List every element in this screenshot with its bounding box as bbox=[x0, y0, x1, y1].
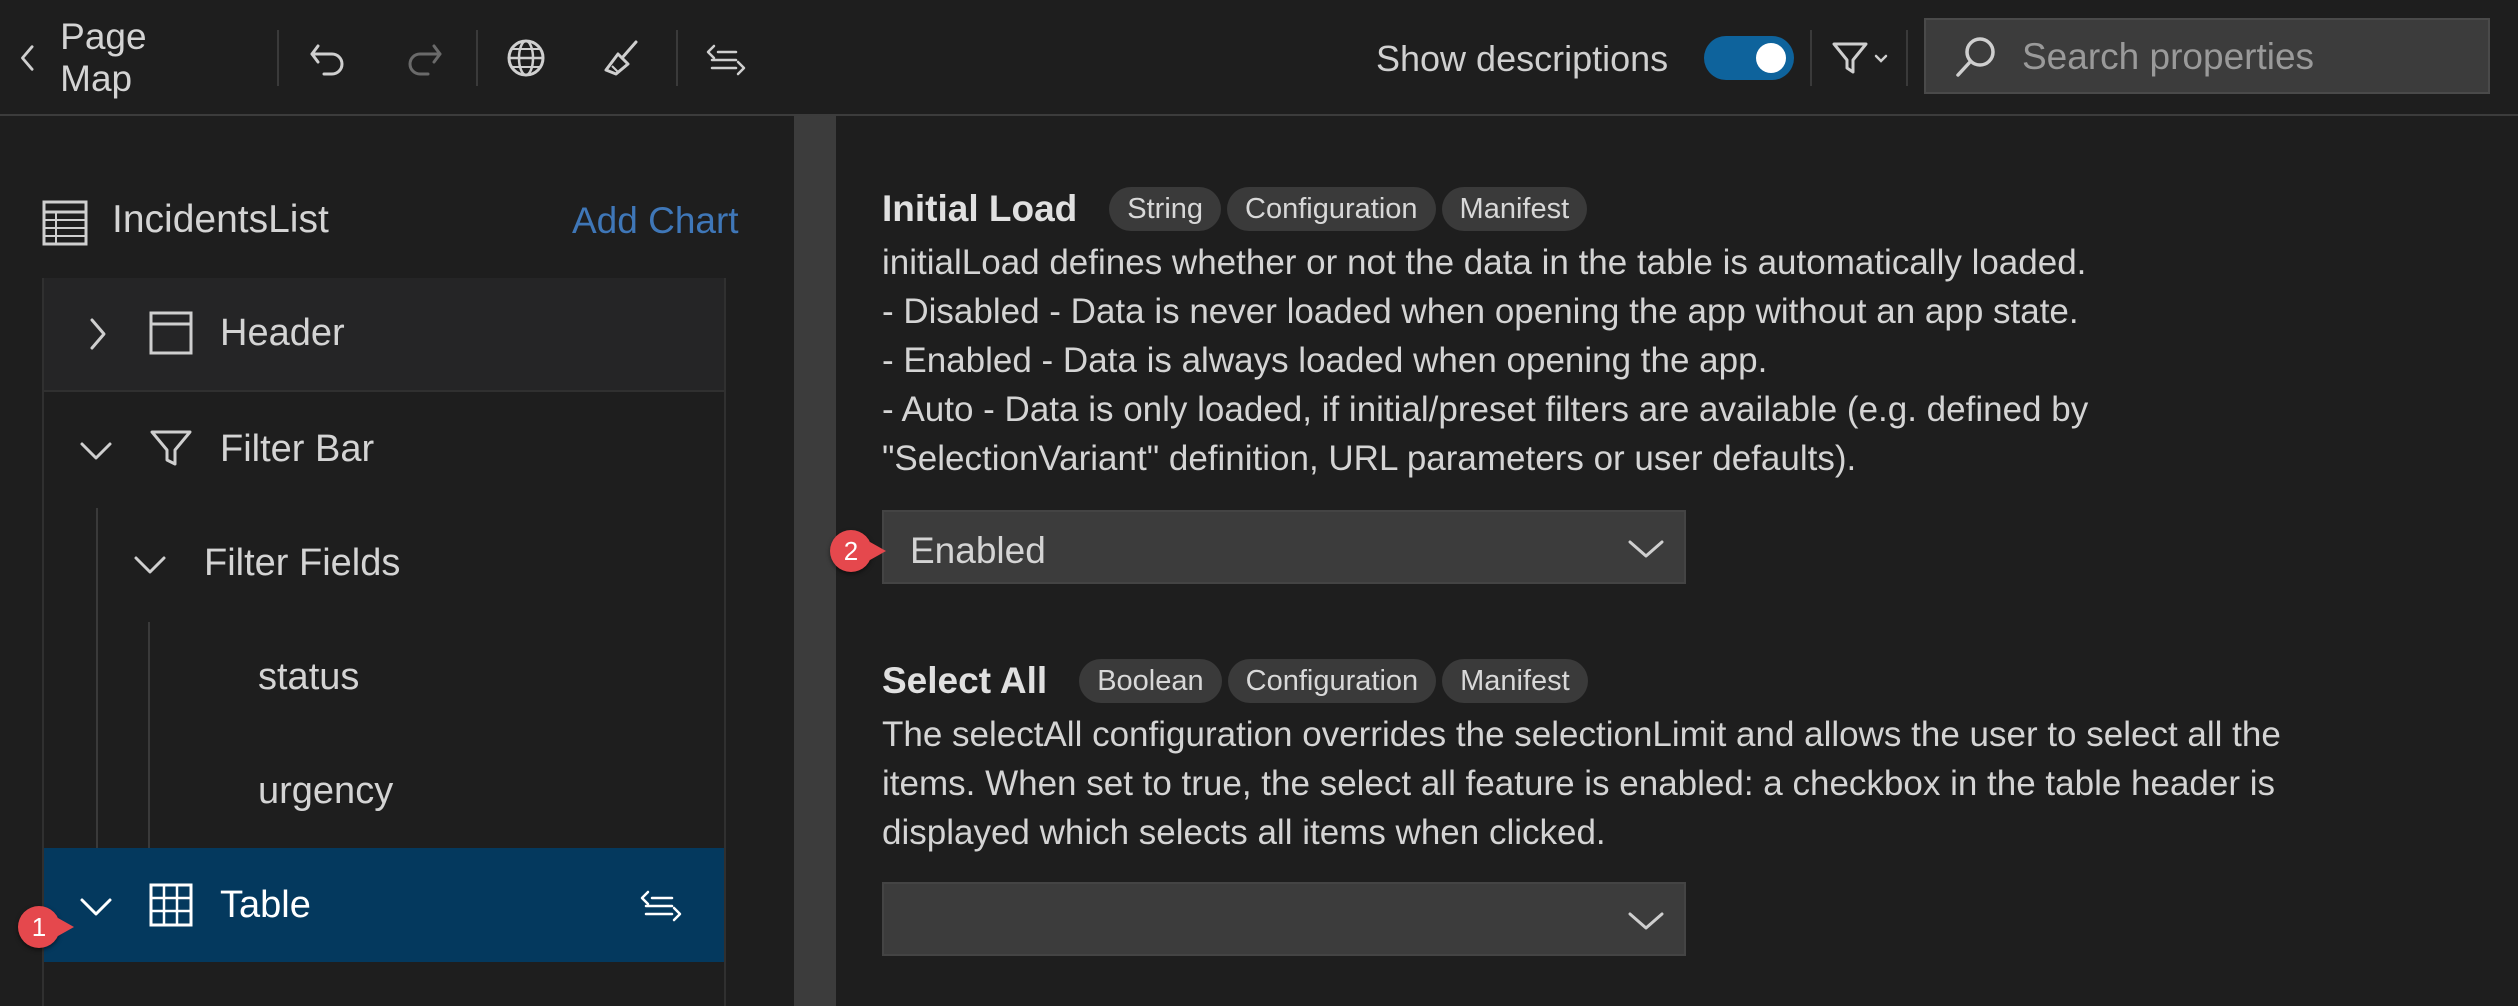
tree-node-filter-fields[interactable]: Filter Fields bbox=[44, 506, 724, 620]
chevron-down-icon bbox=[1628, 912, 1664, 930]
property-tag: Configuration bbox=[1227, 659, 1437, 703]
toolbar-divider bbox=[1810, 30, 1812, 86]
clean-button[interactable] bbox=[594, 30, 650, 86]
property-description: initialLoad defines whether or not the d… bbox=[882, 238, 2482, 483]
undo-button[interactable] bbox=[300, 30, 356, 86]
initial-load-select[interactable]: Enabled bbox=[882, 510, 1686, 584]
redo-button[interactable] bbox=[396, 30, 452, 86]
property-title: Initial Load bbox=[882, 188, 1078, 229]
navigate-to-source-button[interactable] bbox=[698, 30, 754, 86]
page-name-label: IncidentsList bbox=[112, 198, 329, 241]
chevron-left-icon bbox=[21, 45, 34, 71]
toggle-knob bbox=[1756, 43, 1786, 73]
header-layout-icon bbox=[149, 311, 193, 355]
filter-icon bbox=[150, 430, 192, 466]
tree-node-label: Table bbox=[220, 884, 311, 926]
chevron-right-icon bbox=[90, 318, 106, 350]
panel-splitter[interactable] bbox=[794, 116, 836, 1006]
property-header: Select All Boolean Configuration Manifes… bbox=[882, 656, 2482, 706]
chevron-down-icon bbox=[134, 556, 166, 574]
undo-icon bbox=[310, 44, 344, 76]
toolbar-divider bbox=[1906, 30, 1908, 86]
tree-node-urgency[interactable]: urgency bbox=[44, 734, 724, 848]
go-to-source-icon bbox=[706, 44, 746, 76]
chevron-down-icon bbox=[1874, 54, 1888, 63]
search-icon bbox=[1956, 37, 1995, 77]
property-description: The selectAll configuration overrides th… bbox=[882, 710, 2482, 857]
toolbar-divider bbox=[476, 30, 478, 86]
chevron-down-icon bbox=[1628, 540, 1664, 558]
callout-marker-1: 1 bbox=[18, 906, 74, 948]
redo-icon bbox=[408, 44, 442, 76]
description-line: - Enabled - Data is always loaded when o… bbox=[882, 341, 1768, 380]
callout-marker-2: 2 bbox=[830, 530, 886, 572]
back-button[interactable]: Page Map bbox=[16, 16, 196, 99]
broom-icon bbox=[604, 40, 638, 76]
filter-dropdown-button[interactable] bbox=[1822, 30, 1896, 86]
tree-node-header[interactable]: Header bbox=[44, 278, 724, 392]
property-tag: String bbox=[1109, 187, 1222, 231]
property-select-all: Select All Boolean Configuration Manifes… bbox=[882, 656, 2482, 857]
property-initial-load: Initial Load String Configuration Manife… bbox=[882, 184, 2482, 483]
chevron-down-icon bbox=[80, 898, 112, 916]
tree-node-table[interactable]: Table bbox=[44, 848, 724, 962]
property-tag: Manifest bbox=[1442, 659, 1588, 703]
page-map-outline-panel: IncidentsList Add Chart Header Filter Ba… bbox=[0, 116, 794, 1006]
list-report-icon bbox=[42, 200, 88, 246]
tree-node-label: Filter Bar bbox=[220, 428, 375, 470]
chevron-down-icon bbox=[80, 442, 112, 460]
tree-node-label: urgency bbox=[258, 770, 394, 812]
description-line: initialLoad defines whether or not the d… bbox=[882, 243, 2087, 282]
description-line: - Disabled - Data is never loaded when o… bbox=[882, 292, 2079, 331]
table-grid-icon bbox=[149, 883, 193, 927]
outline-tree: Header Filter Bar Filter Fields status u… bbox=[42, 278, 726, 1006]
add-chart-link[interactable]: Add Chart bbox=[572, 200, 739, 242]
property-tag: Boolean bbox=[1079, 659, 1222, 703]
property-tag: Manifest bbox=[1441, 187, 1588, 231]
property-tag: Configuration bbox=[1227, 187, 1436, 231]
tree-node-label: status bbox=[258, 656, 360, 698]
description-line: "SelectionVariant" definition, URL param… bbox=[882, 439, 1857, 478]
select-value: Enabled bbox=[910, 530, 1046, 571]
tree-node-filter-bar[interactable]: Filter Bar bbox=[44, 392, 724, 506]
go-to-source-icon[interactable] bbox=[636, 882, 688, 928]
property-header: Initial Load String Configuration Manife… bbox=[882, 184, 2482, 234]
search-input[interactable] bbox=[2020, 32, 2464, 82]
tree-node-label: Header bbox=[220, 312, 345, 354]
description-line: displayed which selects all items when c… bbox=[882, 813, 1606, 852]
toolbar-divider bbox=[277, 30, 279, 86]
properties-panel: Initial Load String Configuration Manife… bbox=[836, 116, 2518, 1006]
tree-node-status[interactable]: status bbox=[44, 620, 724, 734]
select-all-select[interactable] bbox=[882, 882, 1686, 956]
toolbar-divider bbox=[676, 30, 678, 86]
filter-icon bbox=[1832, 42, 1868, 74]
language-button[interactable] bbox=[498, 30, 554, 86]
search-properties-field[interactable] bbox=[1924, 18, 2490, 94]
description-line: - Auto - Data is only loaded, if initial… bbox=[882, 390, 2089, 429]
tree-node-label: Filter Fields bbox=[204, 542, 401, 584]
description-line: items. When set to true, the select all … bbox=[882, 764, 2276, 803]
description-line: The selectAll configuration overrides th… bbox=[882, 715, 2281, 754]
property-title: Select All bbox=[882, 660, 1048, 701]
show-descriptions-toggle[interactable] bbox=[1704, 36, 1794, 80]
toolbar: Page Map Show descriptions bbox=[0, 0, 2518, 116]
globe-icon bbox=[507, 39, 545, 77]
show-descriptions-label: Show descriptions bbox=[1376, 38, 1669, 79]
page-title: Page Map bbox=[60, 16, 147, 99]
